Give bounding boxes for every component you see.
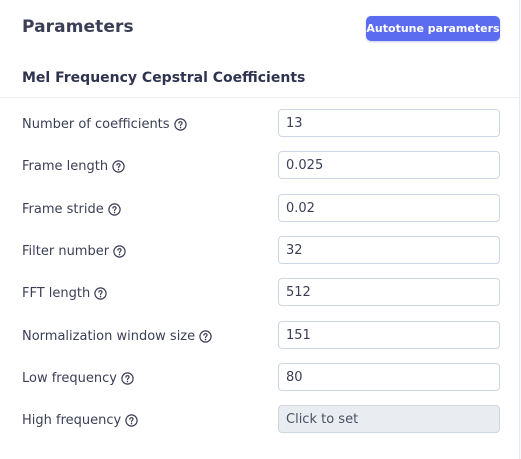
param-row-frame-stride: Frame stride [0,194,520,224]
param-label-container: Low frequency [22,369,134,387]
number-of-coefficients-input[interactable] [278,109,500,137]
param-label-container: Filter number [22,242,126,260]
param-label: High frequency [22,412,122,428]
param-row-normalization-window-size: Normalization window size [0,321,520,351]
section-title: Mel Frequency Cepstral Coefficients [22,70,306,86]
param-row-frame-length: Frame length [0,151,520,181]
param-label: FFT length [22,285,91,301]
param-label-container: Frame length [22,157,125,175]
param-label: Low frequency [22,370,117,386]
parameters-panel: Parameters Autotune parameters Mel Frequ… [0,0,520,459]
autotune-parameters-button[interactable]: Autotune parameters [366,16,500,41]
normalization-window-size-input[interactable] [278,321,500,349]
param-label: Normalization window size [22,328,196,344]
param-label-container: Number of coefficients [22,115,187,133]
param-label: Number of coefficients [22,116,170,132]
param-row-fft-length: FFT length [0,278,520,308]
param-label-container: High frequency [22,411,138,429]
question-circle-icon[interactable] [108,202,121,216]
section-divider [0,97,520,98]
question-circle-icon[interactable] [121,371,134,385]
param-row-number-of-coefficients: Number of coefficients [0,109,520,139]
param-label: Frame stride [22,201,104,217]
question-circle-icon[interactable] [113,244,126,258]
filter-number-input[interactable] [278,236,500,264]
question-circle-icon[interactable] [199,329,212,343]
param-label-container: FFT length [22,284,107,302]
param-row-high-frequency: High frequency Click to set [0,405,520,435]
high-frequency-click-to-set-field[interactable]: Click to set [278,405,500,433]
low-frequency-input[interactable] [278,363,500,391]
frame-length-input[interactable] [278,151,500,179]
question-circle-icon[interactable] [94,286,107,300]
param-label: Frame length [22,158,109,174]
fft-length-input[interactable] [278,278,500,306]
question-circle-icon[interactable] [173,117,187,131]
page-title: Parameters [22,17,134,37]
param-row-low-frequency: Low frequency [0,363,520,393]
param-label-container: Frame stride [22,200,121,218]
param-row-filter-number: Filter number [0,236,520,266]
param-label: Filter number [22,243,110,259]
question-circle-icon[interactable] [125,413,138,427]
frame-stride-input[interactable] [278,194,500,222]
panel-header: Parameters Autotune parameters [0,0,519,56]
question-circle-icon[interactable] [112,159,125,173]
param-label-container: Normalization window size [22,327,212,345]
